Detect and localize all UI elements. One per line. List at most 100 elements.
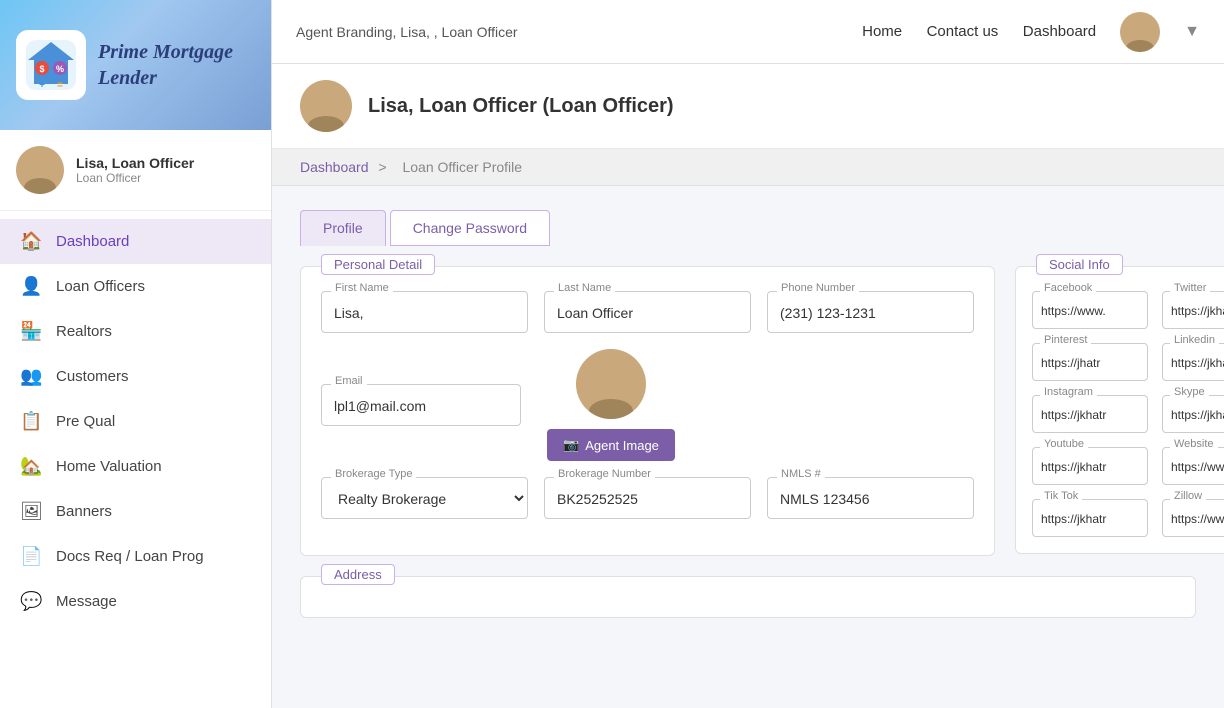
topbar-chevron-icon: ▼ — [1184, 23, 1200, 41]
social-info-label: Social Info — [1036, 254, 1123, 275]
breadcrumb-link[interactable]: Dashboard — [300, 159, 369, 175]
nmls-input[interactable] — [767, 477, 974, 519]
sidebar-item-label: Home Valuation — [56, 458, 162, 475]
form-row-3: Brokerage Type Realty Brokerage Brokerag… — [321, 477, 974, 519]
agent-image-area: 📷 Agent Image — [537, 349, 685, 461]
last-name-input[interactable] — [544, 291, 751, 333]
nav-home[interactable]: Home — [862, 23, 902, 40]
breadcrumb: Dashboard > Loan Officer Profile — [272, 149, 1224, 186]
brokerage-type-select[interactable]: Realty Brokerage — [321, 477, 528, 519]
social-input-facebook[interactable] — [1032, 291, 1148, 329]
brokerage-number-input[interactable] — [544, 477, 751, 519]
social-field-youtube: Youtube — [1032, 447, 1148, 485]
nmls-label: NMLS # — [777, 468, 825, 480]
agent-image-btn-label: Agent Image — [585, 438, 659, 453]
phone-label: Phone Number — [777, 282, 859, 294]
personal-detail-label: Personal Detail — [321, 254, 435, 275]
topbar-breadcrumb: Agent Branding, Lisa, , Loan Officer — [296, 24, 518, 40]
form-row-1: First Name Last Name Phone Number — [321, 291, 974, 333]
sidebar-item-message[interactable]: 💬 Message — [0, 579, 271, 624]
social-input-youtube[interactable] — [1032, 447, 1148, 485]
sidebar-item-label: Pre Qual — [56, 413, 115, 430]
social-info-card: Social Info FacebookTwitterPinterestLink… — [1015, 266, 1224, 554]
user-avatar — [16, 146, 64, 194]
svg-text:$: $ — [39, 64, 44, 74]
house-icon: 🏡 — [20, 456, 42, 477]
email-label: Email — [331, 375, 367, 387]
social-label: Youtube — [1040, 438, 1088, 450]
breadcrumb-separator: > — [378, 159, 386, 175]
agent-image-button[interactable]: 📷 Agent Image — [547, 429, 675, 461]
social-label: Twitter — [1170, 282, 1210, 294]
group-icon: 👥 — [20, 366, 42, 387]
social-field-tik-tok: Tik Tok — [1032, 499, 1148, 537]
home-icon: 🏠 — [20, 231, 42, 252]
agent-photo — [576, 349, 646, 419]
clipboard-icon: 📋 — [20, 411, 42, 432]
email-input[interactable] — [321, 384, 521, 426]
email-field: Email — [321, 384, 521, 426]
sidebar-item-label: Loan Officers — [56, 278, 145, 295]
user-name: Lisa, Loan Officer — [76, 155, 194, 171]
social-input-skype[interactable] — [1162, 395, 1224, 433]
last-name-field: Last Name — [544, 291, 751, 333]
first-name-input[interactable] — [321, 291, 528, 333]
sidebar-item-customers[interactable]: 👥 Customers — [0, 354, 271, 399]
sidebar-item-label: Customers — [56, 368, 129, 385]
social-label: Pinterest — [1040, 334, 1091, 346]
social-field-facebook: Facebook — [1032, 291, 1148, 329]
personal-detail-card: Personal Detail First Name Last Name Pho… — [300, 266, 995, 556]
social-label: Zillow — [1170, 490, 1206, 502]
form-row-2: Email 📷 Agent Image — [321, 349, 974, 461]
content-area: Profile Change Password Personal Detail … — [272, 186, 1224, 708]
social-label: Website — [1170, 438, 1218, 450]
sidebar-item-home-valuation[interactable]: 🏡 Home Valuation — [0, 444, 271, 489]
nmls-field: NMLS # — [767, 477, 974, 519]
page-header: Lisa, Loan Officer (Loan Officer) — [272, 64, 1224, 149]
nav-contact[interactable]: Contact us — [927, 23, 999, 40]
sidebar-item-pre-qual[interactable]: 📋 Pre Qual — [0, 399, 271, 444]
social-input-twitter[interactable] — [1162, 291, 1224, 329]
social-input-linkedin[interactable] — [1162, 343, 1224, 381]
social-field-instagram: Instagram — [1032, 395, 1148, 433]
nav-dashboard[interactable]: Dashboard — [1023, 23, 1096, 40]
social-input-website[interactable] — [1162, 447, 1224, 485]
sidebar-item-label: Message — [56, 593, 117, 610]
sidebar-item-banners[interactable]: 🖼 Banners — [0, 489, 271, 534]
social-field-linkedin: Linkedin — [1162, 343, 1224, 381]
svg-text:=: = — [57, 80, 63, 91]
social-field-website: Website — [1162, 447, 1224, 485]
sidebar-item-realtors[interactable]: 🏪 Realtors — [0, 309, 271, 354]
social-input-pinterest[interactable] — [1032, 343, 1148, 381]
phone-input[interactable] — [767, 291, 974, 333]
brokerage-type-label: Brokerage Type — [331, 468, 416, 480]
sidebar-item-loan-officers[interactable]: 👤 Loan Officers — [0, 264, 271, 309]
social-field-twitter: Twitter — [1162, 291, 1224, 329]
sidebar-item-label: Dashboard — [56, 233, 129, 250]
topbar-avatar[interactable] — [1120, 12, 1160, 52]
camera-icon: 📷 — [563, 437, 579, 453]
first-name-field: First Name — [321, 291, 528, 333]
user-info: Lisa, Loan Officer Loan Officer — [76, 155, 194, 185]
social-input-tik tok[interactable] — [1032, 499, 1148, 537]
page-header-avatar — [300, 80, 352, 132]
last-name-label: Last Name — [554, 282, 615, 294]
tab-profile[interactable]: Profile — [300, 210, 386, 246]
topbar-nav: Home Contact us Dashboard — [842, 23, 1096, 41]
social-label: Facebook — [1040, 282, 1096, 294]
brokerage-number-label: Brokerage Number — [554, 468, 655, 480]
chat-icon: 💬 — [20, 591, 42, 612]
sidebar-item-docs-req[interactable]: 📄 Docs Req / Loan Prog — [0, 534, 271, 579]
first-name-label: First Name — [331, 282, 393, 294]
social-field-zillow: Zillow — [1162, 499, 1224, 537]
phone-field: Phone Number — [767, 291, 974, 333]
social-input-zillow[interactable] — [1162, 499, 1224, 537]
document-icon: 📄 — [20, 546, 42, 567]
sidebar-item-dashboard[interactable]: 🏠 Dashboard — [0, 219, 271, 264]
brokerage-type-field: Brokerage Type Realty Brokerage — [321, 477, 528, 519]
sidebar-logo: $ % + = Prime Mortgage Lender — [0, 0, 271, 130]
social-input-instagram[interactable] — [1032, 395, 1148, 433]
tab-change-password[interactable]: Change Password — [390, 210, 550, 246]
store-icon: 🏪 — [20, 321, 42, 342]
breadcrumb-current: Loan Officer Profile — [402, 159, 522, 175]
